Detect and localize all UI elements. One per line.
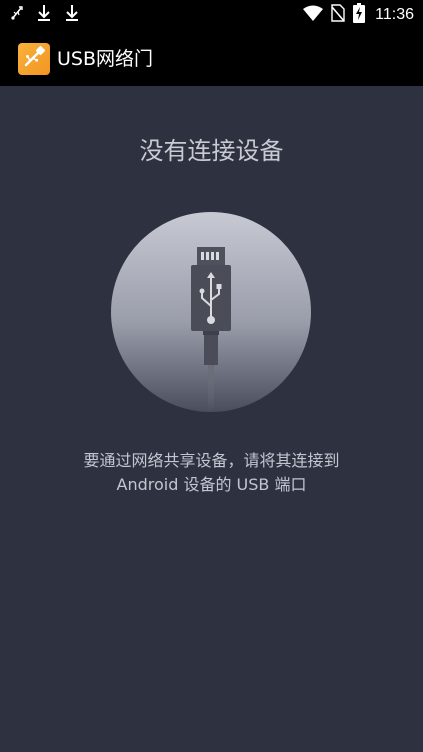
instruction-line-1: 要通过网络共享设备，请将其连接到 — [83, 451, 340, 470]
no-sim-icon — [331, 4, 345, 26]
status-time: 11:36 — [375, 6, 414, 23]
usb-cable-icon — [22, 45, 46, 73]
instruction-line-2: Android 设备的 USB 端口 — [116, 475, 307, 494]
status-bar: 11:36 — [0, 0, 423, 31]
usb-debug-icon — [10, 5, 24, 25]
download-icon — [36, 4, 52, 26]
connect-instructions: 要通过网络共享设备，请将其连接到 Android 设备的 USB 端口 — [20, 449, 403, 497]
app-logo — [18, 43, 50, 75]
no-device-heading: 没有连接设备 — [139, 137, 284, 165]
wifi-icon — [303, 5, 324, 25]
app-bar: USB网络门 — [0, 31, 423, 86]
download-icon — [64, 4, 80, 26]
usb-illustration — [111, 212, 311, 412]
status-notifications — [10, 4, 80, 26]
app-screen: 11:36 USB网络门 没有连接设备 要通过网络共享设备，请将其连接到 And… — [0, 0, 423, 752]
status-system: 11:36 — [303, 3, 414, 27]
battery-charging-icon — [353, 3, 366, 27]
app-title: USB网络门 — [57, 48, 154, 70]
